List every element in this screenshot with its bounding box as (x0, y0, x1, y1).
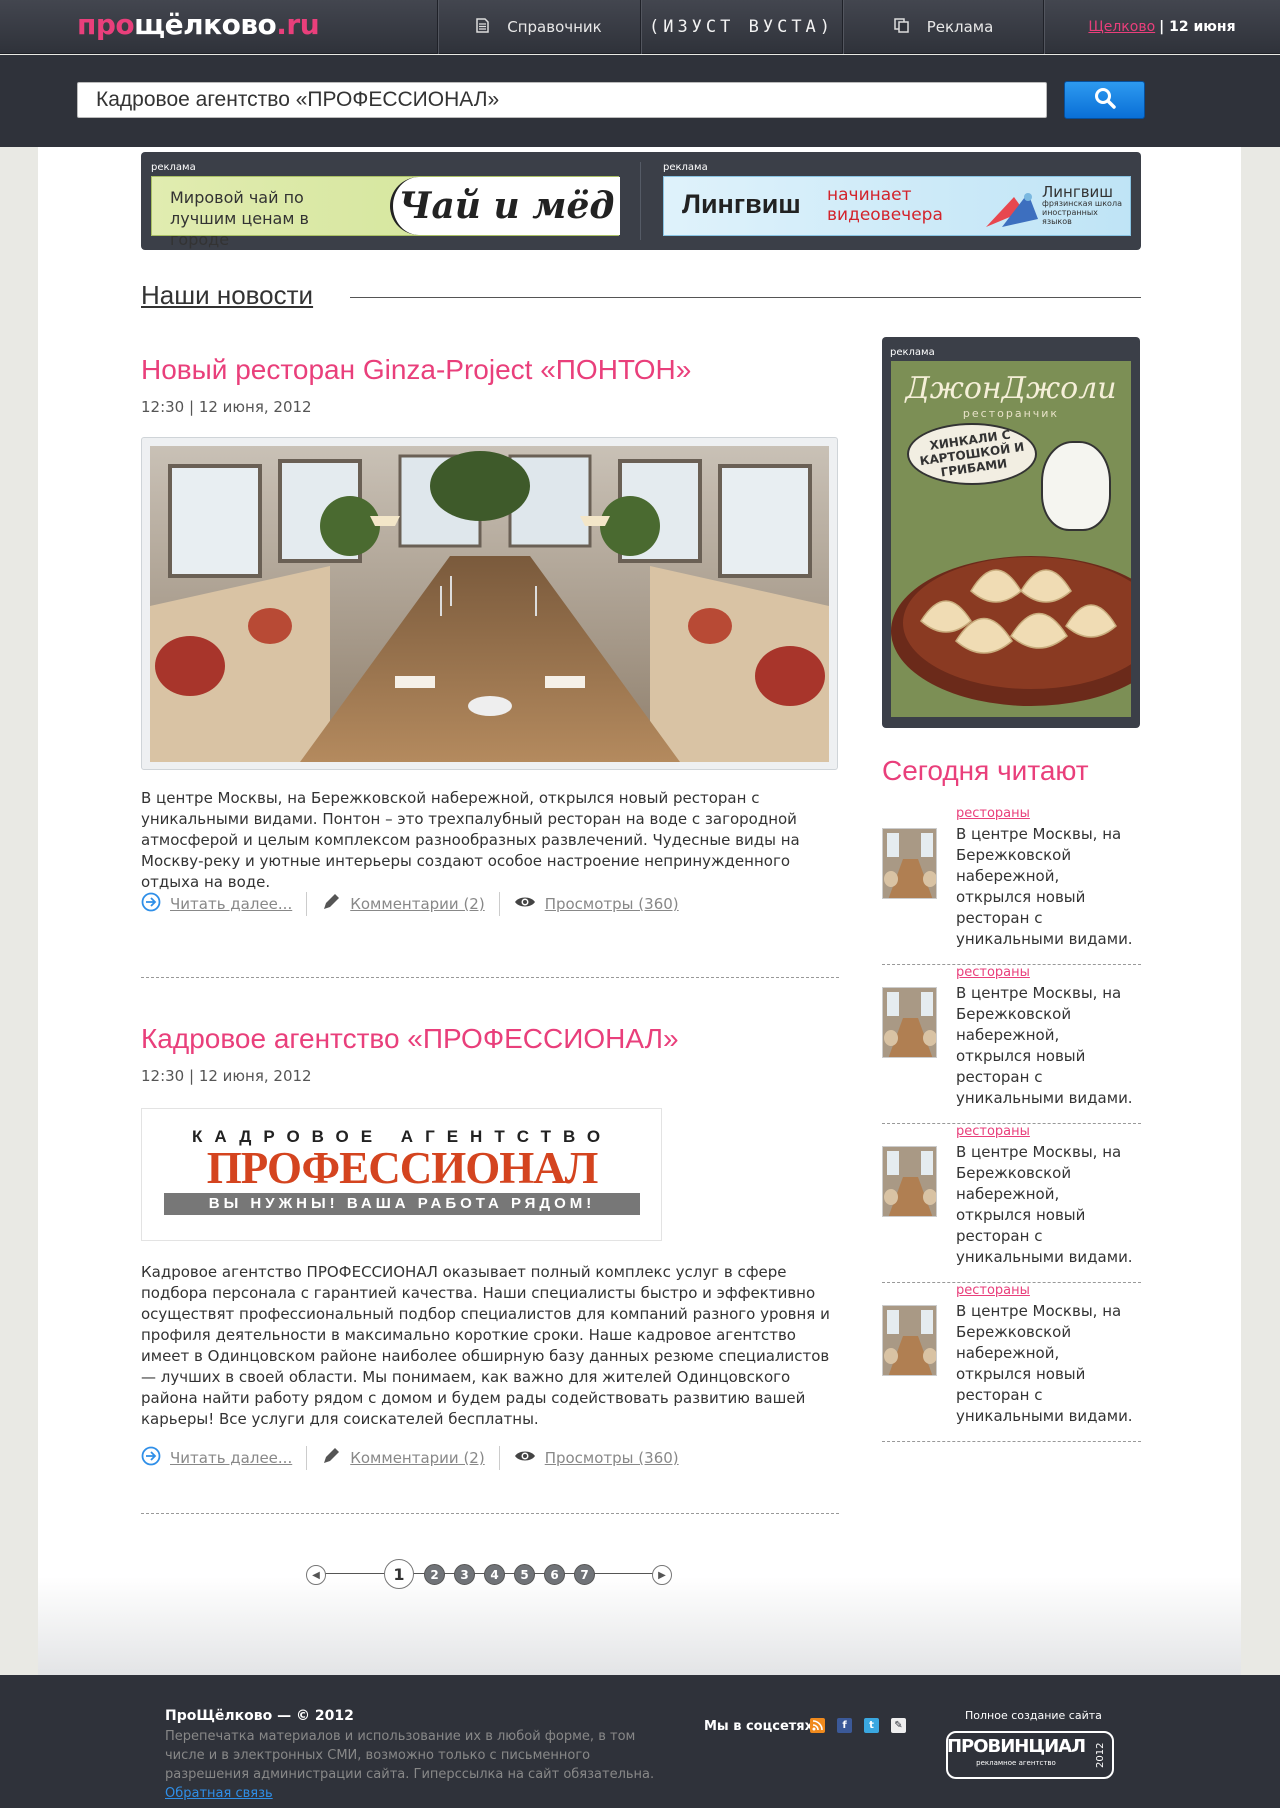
restaurant-photo (150, 446, 829, 762)
nav-directory[interactable]: Справочник (437, 0, 640, 54)
thumbnail (882, 1146, 937, 1217)
thumbnail (882, 987, 937, 1058)
rss-icon[interactable] (810, 1718, 825, 1733)
page-current[interactable]: 1 (384, 1559, 414, 1589)
news-title[interactable]: Кадровое агентство «ПРОФЕССИОНАЛ» (141, 1023, 839, 1055)
ad-label: реклама (890, 347, 935, 358)
arrow-right-circle-icon (141, 892, 161, 916)
next-page-button[interactable]: ▶ (652, 1565, 672, 1585)
item-text: В центре Москвы, на Бережковской набереж… (956, 1143, 1133, 1266)
footer-text: Перепечатка материалов и использование и… (165, 1729, 655, 1801)
list-item[interactable]: рестораны В центре Москвы, на Бережковск… (882, 965, 1141, 1124)
pagination: ◀ 1 2 3 4 5 6 7 ▶ (306, 1559, 674, 1589)
arrow-right-circle-icon (141, 1446, 161, 1470)
bird-logo-icon (984, 189, 1040, 233)
news-date: 12:30 | 12 июня, 2012 (141, 1067, 312, 1085)
copyright: ПроЩёлково — © 2012 (165, 1708, 354, 1724)
social-label: Мы в соцсетях: (704, 1719, 819, 1734)
category-link[interactable]: рестораны (956, 1283, 1030, 1298)
side-ad: реклама ДжонДжоли ресторанчик ХИНКАЛИ С … (882, 337, 1140, 728)
news-article: Новый ресторан Ginza-Project «ПОНТОН» 12… (141, 354, 839, 416)
eye-icon (514, 1449, 536, 1467)
page-link[interactable]: 5 (514, 1564, 535, 1585)
news-text: Кадровое агентство ПРОФЕССИОНАЛ оказывае… (141, 1263, 830, 1428)
feedback-link[interactable]: Обратная связь (165, 1786, 273, 1801)
divider (640, 162, 641, 240)
agency-logo-image[interactable]: КАДРОВОЕ АГЕНТСТВО ПРОФЕССИОНАЛ ВЫ НУЖНЫ… (141, 1108, 662, 1241)
pencil-icon (321, 1446, 341, 1470)
facebook-icon[interactable]: f (837, 1718, 852, 1733)
ad-banner-lingvish[interactable]: Лингвиш начинает видеовечера Лингвиш фряз… (663, 176, 1131, 236)
section-divider (350, 297, 1141, 298)
comments-link[interactable]: Комментарии (2) (321, 1446, 500, 1470)
search-input[interactable]: Кадровое агентство «ПРОФЕССИОНАЛ» (77, 82, 1047, 118)
ad-label: реклама (151, 162, 196, 173)
copy-icon (893, 17, 909, 37)
page-link[interactable]: 6 (544, 1564, 565, 1585)
current-date: | 12 июня (1159, 19, 1236, 35)
item-text: В центре Москвы, на Бережковской набереж… (956, 984, 1133, 1107)
footer: ПроЩёлково — © 2012 Перепечатка материал… (0, 1675, 1280, 1808)
category-link[interactable]: рестораны (956, 965, 1030, 980)
top-navbar: прощёлково.ru Справочник (ИЗУСТ ВУСТА) Р… (0, 0, 1280, 54)
list-item[interactable]: рестораны В центре Москвы, на Бережковск… (882, 1124, 1141, 1283)
search-icon (1094, 87, 1116, 113)
twitter-icon[interactable]: t (864, 1718, 879, 1733)
news-separator (141, 1513, 839, 1514)
list-item[interactable]: рестораны В центре Москвы, на Бережковск… (882, 1283, 1141, 1442)
comments-link[interactable]: Комментарии (2) (321, 892, 500, 916)
news-body: В центре Москвы, на Бережковской набереж… (141, 788, 839, 893)
eye-icon (514, 895, 536, 913)
document-icon (476, 17, 489, 37)
list-item[interactable]: рестораны В центре Москвы, на Бережковск… (882, 806, 1141, 965)
news-separator (141, 977, 839, 978)
page-link[interactable]: 7 (574, 1564, 595, 1585)
ad-banner-tea[interactable]: Мировой чай по лучшим ценам в городе Чай… (151, 176, 620, 249)
item-text: В центре Москвы, на Бережковской набереж… (956, 825, 1133, 948)
nav-izust-vusta[interactable]: (ИЗУСТ ВУСТА) (640, 0, 842, 54)
news-article: Кадровое агентство «ПРОФЕССИОНАЛ» 12:30 … (141, 1023, 839, 1085)
city-date: Щелково | 12 июня (1043, 0, 1280, 54)
nav-advertising[interactable]: Реклама (842, 0, 1044, 54)
today-reading-title: Сегодня читают (882, 755, 1089, 786)
page-link[interactable]: 2 (424, 1564, 445, 1585)
ad-tea-brand: Чай и мёд (390, 177, 620, 235)
delicious-icon[interactable]: ✎ (891, 1718, 906, 1733)
section-title[interactable]: Наши новости (141, 280, 313, 311)
news-photo[interactable] (141, 437, 838, 770)
social-links: f t ✎ (810, 1718, 918, 1733)
thumbnail (882, 1305, 937, 1376)
ad-label: реклама (663, 162, 708, 173)
news-actions: Читать далее... Комментарии (2) Просмотр… (141, 892, 839, 916)
thumbnail (882, 828, 937, 899)
pencil-icon (321, 892, 341, 916)
search-bar: Кадровое агентство «ПРОФЕССИОНАЛ» (0, 55, 1280, 147)
city-link[interactable]: Щелково (1088, 19, 1155, 35)
search-button[interactable] (1064, 81, 1145, 119)
news-title[interactable]: Новый ресторан Ginza-Project «ПОНТОН» (141, 354, 839, 386)
site-logo[interactable]: прощёлково.ru (77, 8, 320, 41)
category-link[interactable]: рестораны (956, 1124, 1030, 1139)
news-date: 12:30 | 12 июня, 2012 (141, 398, 312, 416)
read-more-link[interactable]: Читать далее... (141, 892, 308, 916)
page-link[interactable]: 3 (454, 1564, 475, 1585)
views-link[interactable]: Просмотры (360) (514, 895, 693, 913)
news-body: Кадровое агентство ПРОФЕССИОНАЛ оказывае… (141, 1262, 839, 1430)
news-actions: Читать далее... Комментарии (2) Просмотр… (141, 1446, 839, 1470)
made-by-label: Полное создание сайта (965, 1709, 1102, 1722)
views-link[interactable]: Просмотры (360) (514, 1449, 693, 1467)
item-text: В центре Москвы, на Бережковской набереж… (956, 1302, 1133, 1425)
top-ads-strip: реклама Мировой чай по лучшим ценам в го… (141, 152, 1141, 250)
page-link[interactable]: 4 (484, 1564, 505, 1585)
news-text: В центре Москвы, на Бережковской набереж… (141, 789, 800, 891)
agency-logo[interactable]: ПРОВИНЦИАЛ рекламное агентство 2012 (946, 1731, 1114, 1779)
read-more-link[interactable]: Читать далее... (141, 1446, 308, 1470)
ad-banner-djondjoli[interactable]: ДжонДжоли ресторанчик ХИНКАЛИ С КАРТОШКО… (891, 361, 1131, 717)
prev-page-button[interactable]: ◀ (306, 1565, 326, 1585)
category-link[interactable]: рестораны (956, 806, 1030, 821)
